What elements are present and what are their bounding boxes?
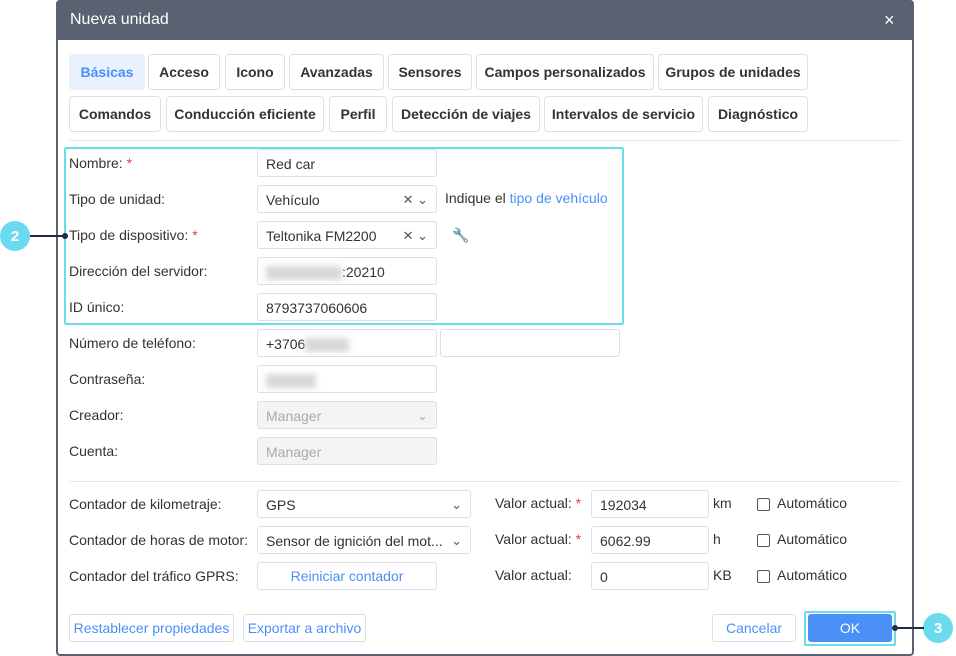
uid-label: ID único: (69, 299, 125, 315)
close-icon[interactable]: × (884, 10, 895, 31)
callout-line (30, 235, 64, 237)
clear-chevron-icon[interactable]: ✕ ⌄ (403, 191, 428, 209)
mileage-auto-label: Automático (777, 495, 848, 511)
gprs-unit: KB (713, 567, 732, 583)
divider (69, 481, 900, 482)
chevron-down-icon: ⌄ (451, 532, 462, 550)
phone-extra-input[interactable] (440, 329, 620, 357)
tab-campos-personalizados[interactable]: Campos personalizados (476, 54, 654, 90)
password-input[interactable] (257, 365, 437, 393)
account-label: Cuenta: (69, 443, 119, 459)
device-type-select[interactable]: Teltonika FM2200 ✕ ⌄ (257, 221, 437, 249)
mileage-value-label: Valor actual: * (495, 495, 582, 511)
chevron-down-icon: ⌄ (417, 408, 428, 423)
phone-label: Número de teléfono: (69, 335, 196, 351)
tab-deteccion-de-viajes[interactable]: Detección de viajes (392, 96, 540, 132)
tab-avanzadas[interactable]: Avanzadas (289, 54, 384, 90)
unit-type-hint: Indique el tipo de vehículo (445, 190, 608, 206)
tab-diagnostico[interactable]: Diagnóstico (708, 96, 808, 132)
mileage-value-input[interactable]: 192034 (591, 490, 709, 518)
reset-counter-button[interactable]: Reiniciar contador (257, 562, 437, 590)
tab-perfil[interactable]: Perfil (329, 96, 387, 132)
tab-icono[interactable]: Icono (225, 54, 285, 90)
gprs-auto-label: Automático (777, 567, 848, 583)
uid-input[interactable]: 8793737060606 (257, 293, 437, 321)
export-to-file-button[interactable]: Exportar a archivo (243, 614, 366, 642)
callout-3: 3 (923, 613, 953, 643)
phone-input[interactable]: +3706 (257, 329, 437, 357)
tab-basicas[interactable]: Básicas (69, 54, 145, 90)
engine-hours-value-label: Valor actual: * (495, 531, 582, 547)
tab-acceso[interactable]: Acceso (148, 54, 220, 90)
mileage-counter-label: Contador de kilometraje: (69, 496, 222, 512)
creator-label: Creador: (69, 407, 124, 423)
account-input: Manager (257, 437, 437, 465)
chevron-down-icon: ⌄ (451, 497, 462, 512)
dialog-title: Nueva unidad (56, 0, 914, 40)
engine-hours-select[interactable]: Sensor de ignición del mot... ⌄ (257, 526, 471, 554)
unit-type-label: Tipo de unidad: (69, 191, 165, 207)
password-label: Contraseña: (69, 371, 146, 387)
callout-dot (62, 233, 68, 239)
tab-sensores[interactable]: Sensores (388, 54, 472, 90)
gprs-auto-checkbox[interactable] (757, 570, 770, 583)
tab-grupos-de-unidades[interactable]: Grupos de unidades (658, 54, 808, 90)
vehicle-type-link[interactable]: tipo de vehículo (510, 190, 608, 206)
tab-comandos[interactable]: Comandos (69, 96, 161, 132)
tab-conduccion-eficiente[interactable]: Conducción eficiente (166, 96, 324, 132)
reset-properties-button[interactable]: Restablecer propiedades (69, 614, 234, 642)
cancel-button[interactable]: Cancelar (712, 614, 796, 642)
gprs-value-input[interactable]: 0 (591, 562, 709, 590)
tab-intervalos-de-servicio[interactable]: Intervalos de servicio (544, 96, 703, 132)
engine-hours-label: Contador de horas de motor: (69, 532, 248, 548)
ok-button[interactable]: OK (808, 614, 892, 642)
engine-hours-auto-checkbox[interactable] (757, 534, 770, 547)
server-label: Dirección del servidor: (69, 263, 208, 279)
gprs-value-label: Valor actual: (495, 567, 572, 583)
mileage-auto-checkbox[interactable] (757, 498, 770, 511)
mileage-counter-select[interactable]: GPS ⌄ (257, 490, 471, 518)
wrench-icon[interactable]: 🔧 (452, 227, 469, 244)
callout-dot (892, 625, 898, 631)
device-type-label: Tipo de dispositivo: * (69, 227, 198, 243)
callout-line (894, 627, 924, 629)
engine-hours-auto-label: Automático (777, 531, 848, 547)
name-input[interactable]: Red car (257, 149, 437, 177)
gprs-counter-label: Contador del tráfico GPRS: (69, 568, 239, 584)
server-input[interactable]: :20210 (257, 257, 437, 285)
callout-2: 2 (0, 221, 30, 251)
unit-type-select[interactable]: Vehículo ✕ ⌄ (257, 185, 437, 213)
engine-hours-value-input[interactable]: 6062.99 (591, 526, 709, 554)
divider (69, 140, 900, 141)
creator-select: Manager ⌄ (257, 401, 437, 429)
name-label: Nombre: * (69, 155, 133, 171)
engine-hours-unit: h (713, 531, 721, 547)
clear-chevron-icon[interactable]: ✕ ⌄ (403, 227, 428, 245)
mileage-unit: km (713, 495, 732, 511)
